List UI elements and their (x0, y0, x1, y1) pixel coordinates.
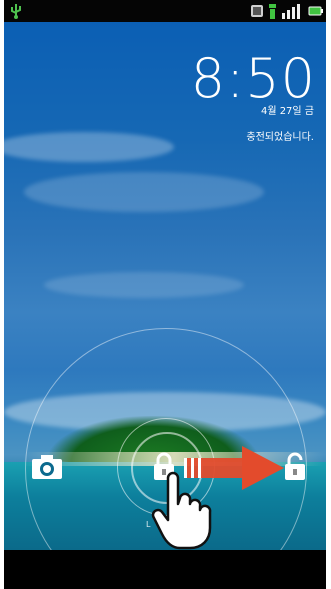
battery-icon (308, 6, 323, 16)
charging-status: 충전되었습니다. (246, 132, 314, 143)
status-bar (4, 0, 326, 22)
bottom-bar (4, 550, 326, 589)
signal-icon (269, 4, 300, 19)
cloud (24, 172, 264, 212)
phone-frame: 8:50 4월 27일 금 충전되었습니다. L (0, 0, 331, 589)
usb-icon (11, 4, 21, 19)
cloud (4, 132, 174, 162)
lock-label: L (146, 520, 151, 529)
unlock-icon[interactable] (284, 452, 306, 482)
hand-pointer-icon (151, 471, 212, 550)
clock-time: 8:50 (190, 47, 316, 110)
cloud (44, 272, 244, 298)
camera-icon[interactable] (31, 454, 63, 480)
clock-date: 4월 27일 금 (260, 106, 314, 117)
lock-screen: 8:50 4월 27일 금 충전되었습니다. L (4, 0, 326, 589)
sim-icon (251, 5, 263, 17)
